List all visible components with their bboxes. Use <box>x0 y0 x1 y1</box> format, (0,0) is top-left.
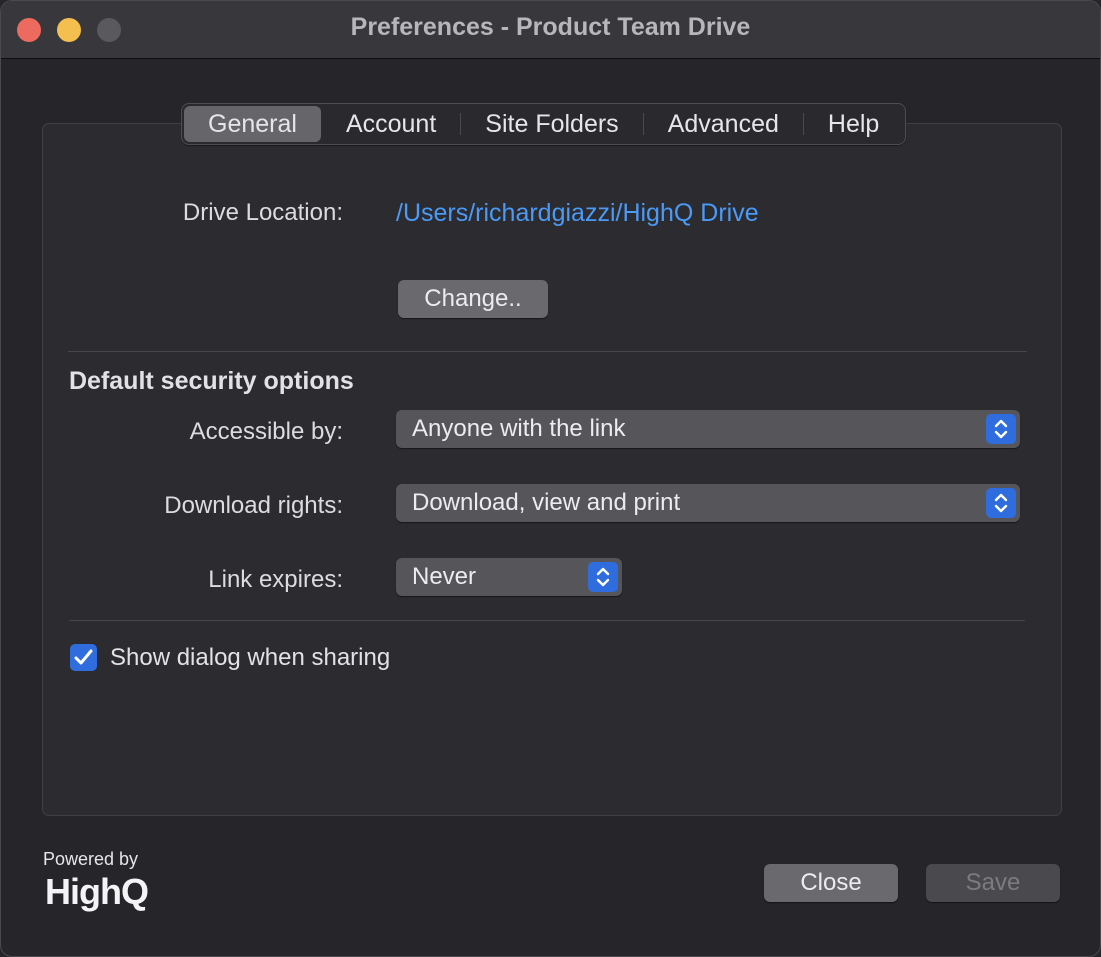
chevron-up-down-icon <box>986 488 1016 518</box>
title-bar: Preferences - Product Team Drive <box>1 1 1100 59</box>
chevron-up-down-icon <box>588 562 618 592</box>
security-section-title: Default security options <box>69 367 354 395</box>
link-expires-label: Link expires: <box>208 566 343 593</box>
link-expires-select[interactable]: Never <box>396 558 622 596</box>
chevron-up-down-icon <box>986 414 1016 444</box>
tab-account[interactable]: Account <box>322 106 460 142</box>
tab-help[interactable]: Help <box>804 106 903 142</box>
checkmark-icon <box>74 649 93 665</box>
preferences-window: Preferences - Product Team Drive General… <box>0 0 1101 957</box>
section-divider <box>68 351 1027 352</box>
accessible-by-select[interactable]: Anyone with the link <box>396 410 1020 448</box>
change-location-button[interactable]: Change.. <box>398 280 548 318</box>
accessible-by-label: Accessible by: <box>189 418 343 445</box>
drive-location-label: Drive Location: <box>182 199 343 226</box>
download-rights-select[interactable]: Download, view and print <box>396 484 1020 522</box>
download-rights-label: Download rights: <box>164 492 343 519</box>
tab-bar: General Account Site Folders Advanced He… <box>181 103 907 145</box>
drive-location-path[interactable]: /Users/richardgiazzi/HighQ Drive <box>396 199 759 228</box>
close-button[interactable]: Close <box>764 864 898 902</box>
show-dialog-label[interactable]: Show dialog when sharing <box>110 644 390 672</box>
tab-site-folders[interactable]: Site Folders <box>461 106 642 142</box>
section-divider <box>69 620 1025 621</box>
download-rights-value: Download, view and print <box>412 489 681 516</box>
accessible-by-value: Anyone with the link <box>412 415 626 442</box>
show-dialog-checkbox[interactable] <box>70 644 97 671</box>
link-expires-value: Never <box>412 563 477 590</box>
tab-general[interactable]: General <box>184 106 321 142</box>
save-button[interactable]: Save <box>926 864 1060 902</box>
powered-by-text: Powered by <box>43 849 139 869</box>
highq-logo: HighQ <box>45 871 149 912</box>
tab-advanced[interactable]: Advanced <box>644 106 803 142</box>
window-title: Preferences - Product Team Drive <box>350 13 751 41</box>
